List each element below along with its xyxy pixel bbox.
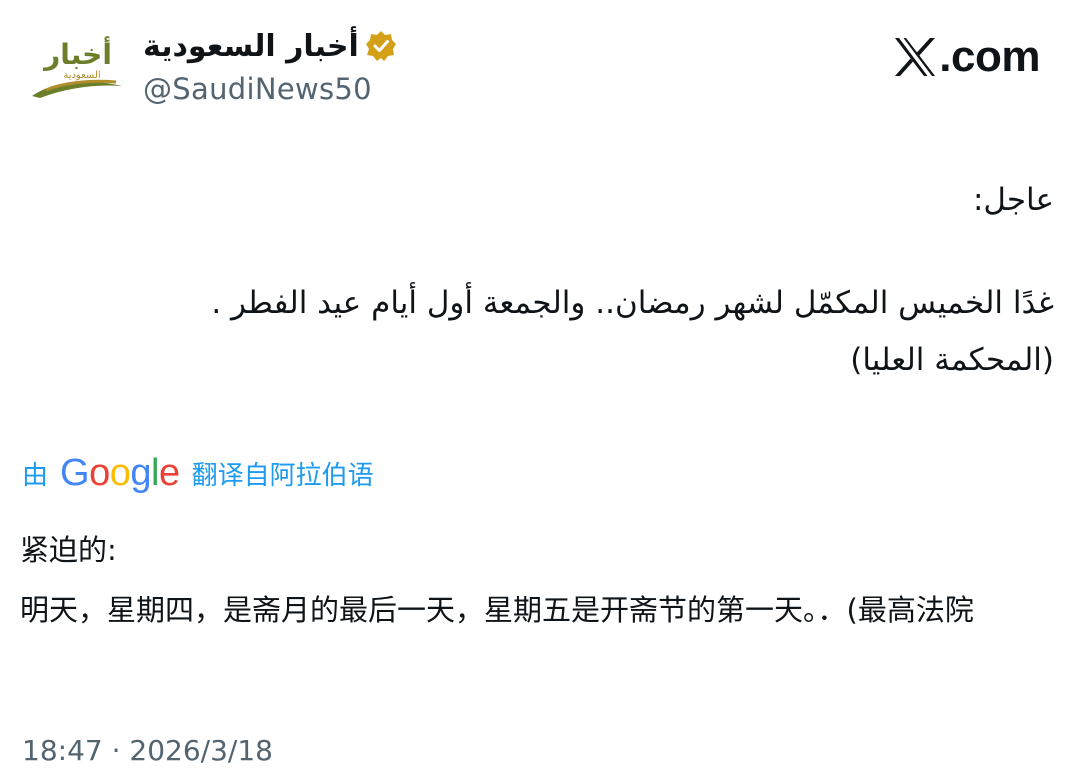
author-block[interactable]: أخبار السعودية @SaudiNews50 xyxy=(143,22,443,106)
tweet-header: أخبار السعودية أخبار السعودية @SaudiNews… xyxy=(0,0,1080,130)
author-display-name[interactable]: أخبار السعودية xyxy=(143,29,359,64)
avatar-label-top: أخبار xyxy=(42,36,112,71)
saudi-news-logo-icon[interactable]: أخبار السعودية xyxy=(26,30,126,104)
author-handle[interactable]: @SaudiNews50 xyxy=(143,72,443,106)
brand-domain-text: .com xyxy=(939,32,1040,81)
brand-watermark: .com xyxy=(893,30,1040,84)
translate-by-label: 由 xyxy=(22,460,49,491)
tweet-timestamp[interactable]: 18:47 · 2026/3/18 xyxy=(22,734,273,767)
translated-label: 紧迫的: xyxy=(20,533,117,567)
author-name-row: أخبار السعودية xyxy=(143,22,443,70)
verified-badge-icon xyxy=(365,31,396,61)
x-logo-icon xyxy=(895,38,936,76)
translated-body: 明天，星期四，是斋月的最后一天，星期五是开斋节的第一天。．(最高法院 xyxy=(20,593,974,627)
translate-attribution[interactable]: 由 Google 翻译自阿拉伯语 xyxy=(22,448,374,498)
tweet-text-line2: (المحكمة العليا) xyxy=(850,342,1054,378)
tweet-label: عاجل: xyxy=(972,182,1054,218)
google-logo-icon: Google xyxy=(60,451,180,494)
translate-from-label[interactable]: 翻译自阿拉伯语 xyxy=(192,455,374,492)
tweet-text-line1: غدًا الخميس المكمّل لشهر رمضان.. والجمعة… xyxy=(211,285,1054,321)
avatar-label-bottom: السعودية xyxy=(63,70,100,81)
